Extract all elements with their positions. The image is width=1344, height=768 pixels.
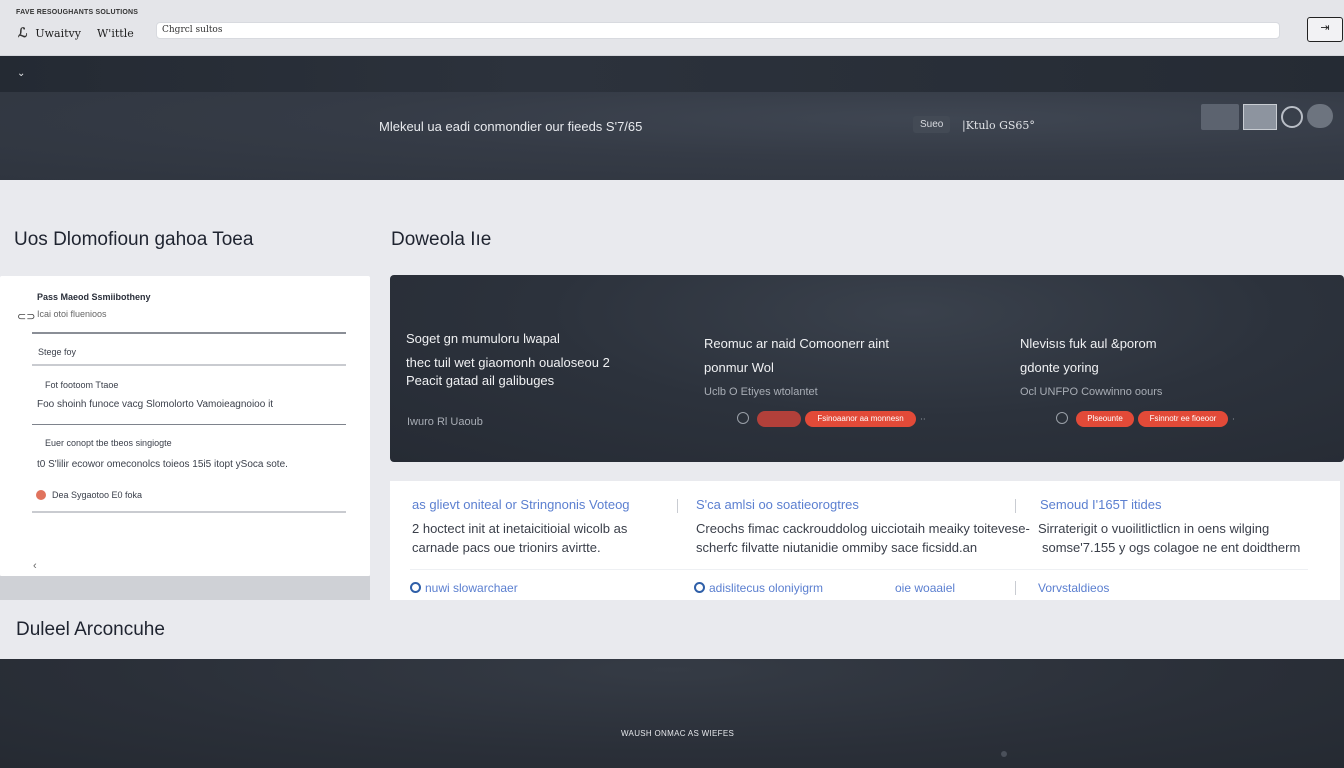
card-subtitle: Icai otoi fluenioos: [37, 309, 107, 319]
feature-primary-button[interactable]: Fsinnotr ee fioeoor: [1138, 411, 1228, 427]
hero-illustration: [1201, 104, 1344, 132]
bottom-section-heading: Duleel Arconcuhe: [16, 619, 165, 640]
info-text: scherfc filvatte niutanidie ommiby sace …: [696, 540, 978, 555]
hero-art-circle: [1281, 106, 1303, 128]
address-bar[interactable]: Chgrcl sultos: [156, 22, 1280, 39]
field-label: Dea Sygaotoo E0 foka: [52, 490, 143, 500]
info-link[interactable]: nuwi slowarchaer: [410, 581, 518, 595]
sign-in-icon[interactable]: ⇥: [1307, 17, 1343, 42]
feature-primary-button[interactable]: Fsinoaanor aa monnesn: [805, 411, 916, 427]
brand-logo-icon: ℒ: [18, 25, 28, 40]
link-icon: ⊂⊃: [17, 311, 36, 323]
info-heading: S'ca amlsi oo soatieorogtres: [696, 497, 859, 512]
field-label: Euer conopt tbe tbeos singiogte: [45, 438, 172, 448]
section-divider: [32, 424, 346, 425]
info-text: 2 hoctect init at inetaicitioial wicolb …: [412, 521, 628, 536]
left-section-heading: Uos Dlomofioun gahoa Toea: [14, 229, 254, 250]
hero-banner: Mlekeul ua eadi conmondier our fieeds S'…: [0, 92, 1344, 180]
info-link-label: adislitecus oloniyigrm: [709, 581, 824, 595]
feature-meta: Uclb O Etiyes wtolantet: [704, 386, 818, 398]
user-icon: [36, 490, 46, 500]
more-icon[interactable]: ⋅: [1232, 414, 1235, 425]
field-value: t0 S'lilir ecowor omeconolcs toieos 15i5…: [37, 459, 288, 470]
info-divider: [410, 569, 1308, 570]
brand-name-secondary: W'ittle: [97, 26, 134, 40]
hero-art-block: [1201, 104, 1239, 130]
hero-art-pill: [1307, 104, 1333, 128]
info-text: Creochs fimac cackrouddolog uicciotaih m…: [696, 521, 1030, 536]
info-text: carnade pacs oue trionirs avirtte.: [412, 540, 601, 555]
feature-column-1: Soget gn mumuloru lwapal thec tuil wet g…: [406, 327, 610, 393]
brand-tagline: FAVE RESOUGHANTS SOLUTIONS: [16, 9, 139, 16]
radio-icon[interactable]: [1056, 412, 1068, 424]
feature-column-3: Nlevisıs fuk aul &porom gdonte yoring: [1020, 332, 1157, 380]
input-underline[interactable]: [32, 332, 346, 334]
more-icon[interactable]: ⋅⋅: [920, 414, 926, 425]
chevron-down-icon[interactable]: ⌄: [17, 68, 25, 79]
browser-topbar: FAVE RESOUGHANTS SOLUTIONS ℒ Uwaitvy W'i…: [0, 0, 1344, 56]
info-link[interactable]: oie woaaiel: [895, 581, 955, 595]
column-divider: [1015, 499, 1016, 513]
field-label: Stege foy: [38, 347, 77, 357]
feature-meta: Ocl UNFPO Cowwinno oours: [1020, 386, 1163, 398]
feature-secondary-button[interactable]: Plseounte: [1076, 411, 1134, 427]
column-divider: [677, 499, 678, 513]
feature-line: ponmur Wol: [704, 360, 774, 375]
nav-strip: ⌄: [0, 56, 1344, 92]
radio-icon[interactable]: [410, 582, 421, 593]
hero-art-frame: [1243, 104, 1277, 130]
footer-dot: [1001, 751, 1007, 757]
feature-line: gdonte yoring: [1020, 360, 1099, 375]
feature-meta: Iwuro Rl Uaoub: [407, 416, 483, 428]
feature-line: Reomuc ar naid Comoonerr aint: [704, 336, 889, 351]
info-text: Sirraterigit o vuoilitlictlicn in oens w…: [1038, 521, 1270, 536]
column-divider: [1015, 581, 1016, 595]
card-footer: [0, 576, 370, 600]
info-heading: as glievt oniteal or Stringnonis Voteog: [412, 497, 630, 512]
card-title: Pass Maeod Ssmiibotheny: [37, 292, 151, 302]
feature-column-2: Reomuc ar naid Comoonerr aint ponmur Wol: [704, 332, 889, 380]
hero-subtext: |Ktulo GS65°: [962, 119, 1035, 132]
radio-icon[interactable]: [737, 412, 749, 424]
brand[interactable]: ℒ Uwaitvy W'ittle: [18, 25, 134, 41]
footer: WAUSH ONMAC AS WIEFES: [0, 659, 1344, 768]
input-underline[interactable]: [32, 511, 346, 513]
feature-secondary-button[interactable]: [757, 411, 801, 427]
feature-line: Soget gn mumuloru lwapal: [406, 331, 560, 346]
right-section-heading: Doweola Iıe: [391, 229, 492, 250]
field-label: Fot footoom Ttaoe: [45, 380, 119, 390]
input-underline[interactable]: [32, 364, 346, 366]
brand-name: Uwaitvy: [35, 26, 81, 40]
featured-banner: Soget gn mumuloru lwapal thec tuil wet g…: [390, 275, 1344, 462]
radio-icon[interactable]: [694, 582, 705, 593]
info-link[interactable]: Vorvstaldieos: [1038, 581, 1109, 595]
info-card: as glievt oniteal or Stringnonis Voteog …: [390, 481, 1340, 600]
hero-chip[interactable]: Sueo: [913, 116, 951, 133]
feature-line: Nlevisıs fuk aul &porom: [1020, 336, 1157, 351]
back-icon[interactable]: ‹: [33, 560, 37, 572]
hero-headline: Mlekeul ua eadi conmondier our fieeds S'…: [379, 119, 643, 134]
field-value: Foo shoinh funoce vacg Slomolorto Vamoie…: [37, 399, 274, 410]
footer-text: WAUSH ONMAC AS WIEFES: [621, 729, 735, 738]
details-card: Pass Maeod Ssmiibotheny ⊂⊃ Icai otoi flu…: [0, 276, 370, 576]
info-link[interactable]: adislitecus oloniyigrm: [694, 581, 823, 595]
info-heading: Semoud I'165T itides: [1040, 497, 1162, 512]
info-text: somse'7.155 y ogs colagoe ne ent doidthe…: [1042, 540, 1301, 555]
info-link-label: nuwi slowarchaer: [425, 581, 518, 595]
